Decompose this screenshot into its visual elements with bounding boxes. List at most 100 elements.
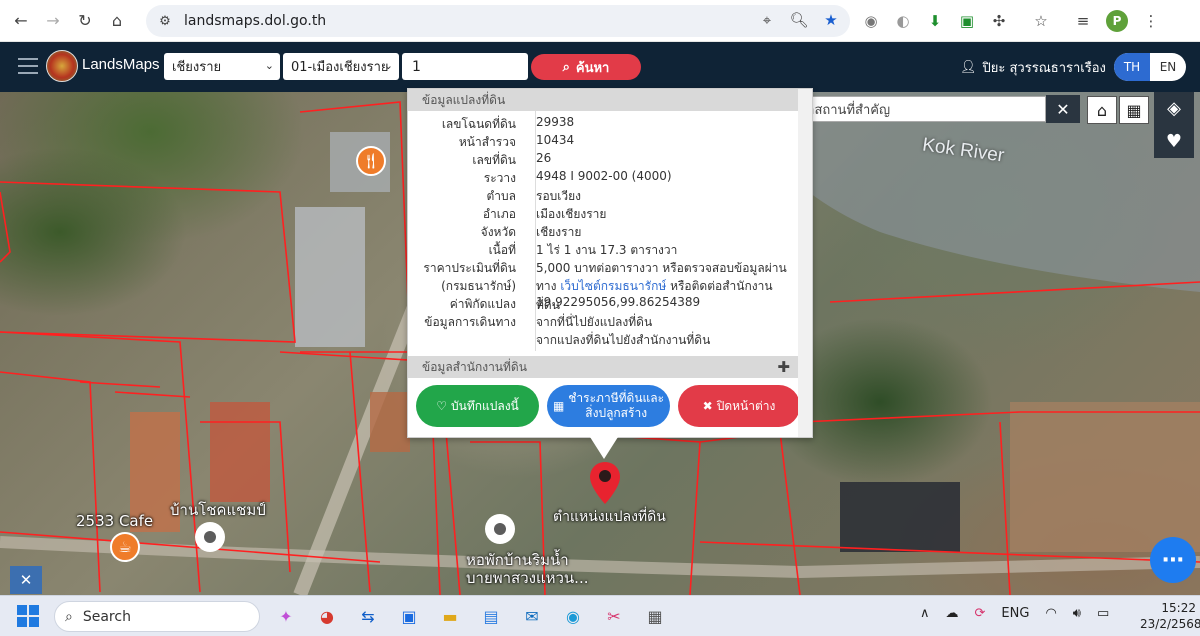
chevron-up-icon[interactable]: ∧: [920, 606, 930, 621]
file-explorer-icon[interactable]: ▬: [434, 601, 466, 631]
save-parcel-label: บันทึกแปลงนี้: [451, 398, 519, 413]
map-side-tools: ◈ ♥: [1154, 92, 1194, 158]
brand-title: LandsMaps: [82, 56, 160, 73]
camera-extension-icon[interactable]: ◉: [862, 12, 880, 30]
parcel-number-input[interactable]: 1: [402, 53, 528, 80]
heart-outline-icon: ♡: [436, 398, 447, 413]
volume-icon[interactable]: 🔊︎: [1073, 606, 1081, 621]
menu-dots-icon[interactable]: ⋮: [1142, 12, 1160, 30]
land-info-section-header[interactable]: ข้อมูลแปลงที่ดิน: [408, 89, 812, 111]
treasury-website-link[interactable]: เว็บไซต์กรมธนารักษ์: [560, 279, 666, 293]
chrome-icon[interactable]: ◕: [311, 601, 343, 631]
zoom-icon[interactable]: 🔍︎: [789, 11, 808, 29]
downloader-extension-icon[interactable]: ▣: [958, 12, 976, 30]
save-parcel-button[interactable]: ♡ บันทึกแปลงนี้: [416, 385, 539, 427]
info-row: ตำบล รอบเวียง: [408, 187, 798, 206]
info-row: ค่าพิกัดแปลง 19.92295056,99.86254389: [408, 295, 798, 314]
search-button[interactable]: ⌕ ค้นหา: [531, 54, 641, 80]
calculator-app-icon[interactable]: ▦: [639, 601, 671, 631]
browser-toolbar: ← → ↻ ⌂ ⚙ landsmaps.dol.go.th ⌖ 🔍︎ ★ ◉ ◐…: [0, 0, 1200, 42]
directions-to-parcel-link[interactable]: จากที่นี่ไปยังแปลงที่ดิน: [526, 313, 788, 332]
lang-en-button[interactable]: EN: [1150, 53, 1186, 81]
info-row: ราคาประเมินที่ดิน 5,000 บาทต่อตารางวา หรื…: [408, 259, 798, 278]
popup-scrollbar[interactable]: [798, 89, 812, 437]
info-row: หน้าสำรวจ 10434: [408, 133, 798, 152]
bookmark-star-icon[interactable]: ★: [822, 11, 840, 29]
star-outline-icon[interactable]: ☆: [1032, 12, 1050, 30]
row-value: 29938: [536, 115, 575, 129]
store-icon[interactable]: ▣: [393, 601, 425, 631]
outlook-icon[interactable]: ✉: [516, 601, 548, 631]
extension-icon[interactable]: ◐: [894, 12, 912, 30]
media-control-icon[interactable]: ≡: [1074, 12, 1092, 30]
edge-icon[interactable]: ◉: [557, 601, 589, 631]
place-poi-icon[interactable]: [485, 514, 515, 544]
info-row: เนื้อที่ 1 ไร่ 1 งาน 17.3 ตารางวา: [408, 241, 798, 260]
clock-time: 15:22: [1161, 601, 1196, 615]
pay-tax-button[interactable]: ▦ ชำระภาษีที่ดินและ สิ่งปลูกสร้าง: [547, 385, 670, 427]
teamviewer-icon[interactable]: ⇆: [352, 601, 384, 631]
row-label: อำเภอ: [482, 207, 516, 221]
system-clock[interactable]: 15:22 23/2/2568: [1140, 600, 1200, 632]
user-menu[interactable]: 👤︎ ปิยะ สุวรรณธาราเรือง ⌄: [960, 57, 1120, 78]
map-pin-icon[interactable]: [590, 462, 620, 504]
lang-th-button[interactable]: TH: [1114, 53, 1150, 81]
close-window-button[interactable]: ✖ ปิดหน้าต่าง: [678, 385, 800, 427]
directions-to-office-link[interactable]: จากแปลงที่ดินไปยังสำนักงานที่ดิน: [526, 331, 788, 350]
row-value: เชียงราย: [536, 225, 582, 239]
battery-icon[interactable]: ▭: [1097, 606, 1109, 621]
system-tray: ∧ ☁ ⟳ ENG ◠ 🔊︎ ▭: [920, 606, 1109, 621]
address-bar[interactable]: ⚙ landsmaps.dol.go.th ⌖ 🔍︎ ★: [146, 5, 850, 37]
info-row: เลขที่ดิน 26: [408, 151, 798, 170]
back-icon[interactable]: ←: [10, 10, 32, 32]
grid-icon[interactable]: ▦: [1119, 96, 1149, 124]
calculator-icon: ▦: [552, 398, 565, 413]
taskbar-search[interactable]: ⌕ Search: [54, 601, 260, 632]
cloud-icon[interactable]: ☁: [946, 606, 959, 621]
district-select[interactable]: 01-เมืองเชียงราย ⌄: [283, 53, 399, 80]
coordinates-link[interactable]: 19.92295056,99.86254389: [526, 295, 788, 314]
dorm-label-line2: บายพาสวงแหวน...: [466, 569, 589, 587]
puzzle-icon[interactable]: ✣: [990, 12, 1008, 30]
input-language[interactable]: ENG: [1001, 606, 1029, 621]
download-arrow-icon[interactable]: ⬇: [926, 12, 944, 30]
location-icon[interactable]: ⌖: [758, 11, 776, 29]
snipping-tool-icon[interactable]: ✂: [598, 601, 630, 631]
forward-icon[interactable]: →: [42, 10, 64, 32]
info-row: จังหวัด เชียงราย: [408, 223, 798, 242]
notepad-icon[interactable]: ▤: [475, 601, 507, 631]
wifi-icon[interactable]: ◠: [1045, 606, 1056, 621]
search-icon: ⌕: [562, 59, 570, 75]
land-info-section-title: ข้อมูลแปลงที่ดิน: [422, 92, 506, 107]
heart-icon[interactable]: ♥: [1166, 131, 1182, 152]
row-value: 26: [536, 151, 552, 165]
province-select-value: เชียงราย: [172, 60, 222, 75]
expand-plus-icon[interactable]: ✚: [777, 358, 790, 376]
profile-avatar[interactable]: P: [1106, 10, 1128, 32]
measure-tool-icon[interactable]: ✕: [10, 566, 42, 594]
hamburger-menu-icon[interactable]: [18, 58, 38, 76]
site-settings-icon[interactable]: ⚙: [156, 12, 174, 30]
layers-icon[interactable]: ◈: [1167, 98, 1181, 119]
start-menu-icon[interactable]: [17, 605, 39, 627]
row-value-prefix: ทาง: [536, 279, 561, 293]
row-label: เลขโฉนดที่ดิน: [441, 117, 516, 131]
url-text[interactable]: landsmaps.dol.go.th: [184, 13, 326, 29]
restaurant-poi-icon[interactable]: 🍴︎: [356, 146, 386, 176]
home-map-icon[interactable]: ⌂: [1087, 96, 1117, 124]
more-options-button[interactable]: ⋯: [1150, 537, 1196, 583]
row-value: 1 ไร่ 1 งาน 17.3 ตารางวา: [536, 243, 678, 257]
info-row: อำเภอ เมืองเชียงราย: [408, 205, 798, 224]
row-label: เลขที่ดิน: [472, 153, 516, 167]
landmark-search-input[interactable]: ค้นหาสถานที่สำคัญ: [776, 96, 1046, 122]
cafe-poi-icon[interactable]: ☕︎: [110, 532, 140, 562]
province-select[interactable]: เชียงราย ⌄: [164, 53, 280, 80]
sync-icon[interactable]: ⟳: [975, 606, 986, 621]
office-info-section-header[interactable]: ข้อมูลสำนักงานที่ดิน ✚: [408, 356, 812, 378]
copilot-icon[interactable]: ✦: [270, 601, 302, 631]
place-poi-icon[interactable]: [195, 522, 225, 552]
home-icon[interactable]: ⌂: [106, 10, 128, 32]
reload-icon[interactable]: ↻: [74, 10, 96, 32]
popup-pointer: [590, 437, 618, 459]
close-icon[interactable]: ✕: [1046, 95, 1080, 123]
